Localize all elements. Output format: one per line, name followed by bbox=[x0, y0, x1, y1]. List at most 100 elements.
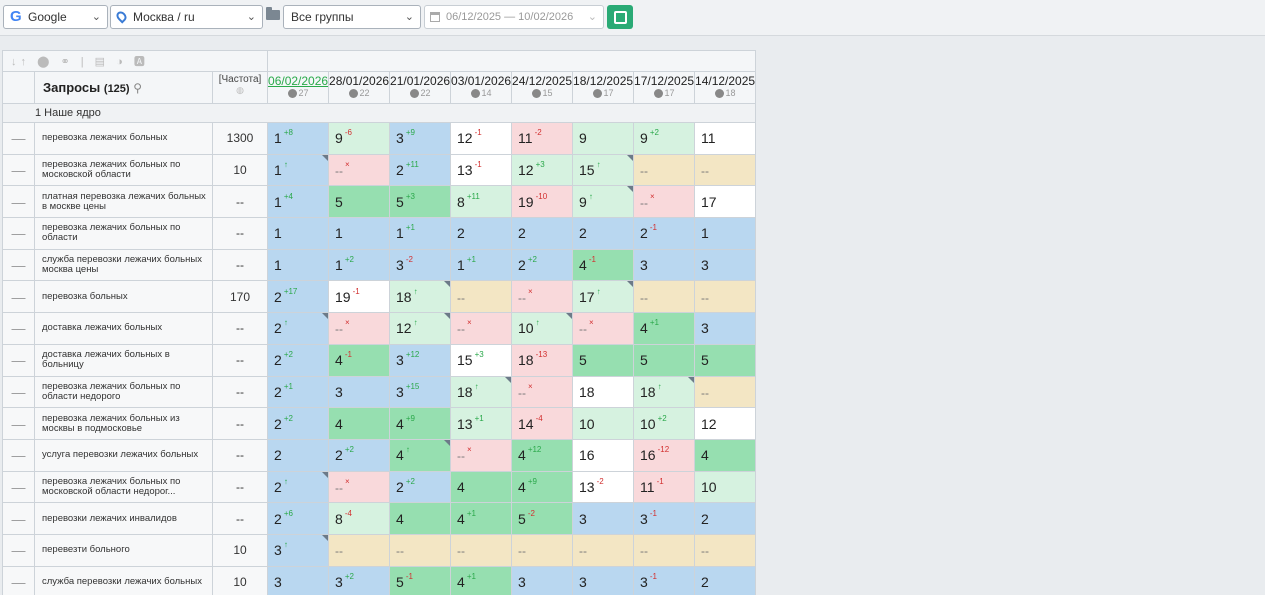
keyword-cell[interactable]: перевозки лежачих инвалидов bbox=[34, 502, 213, 535]
position-cell[interactable]: 8 +11 bbox=[450, 185, 513, 219]
position-cell[interactable]: -- bbox=[694, 533, 757, 567]
position-cell[interactable]: 13 +1 bbox=[450, 407, 513, 440]
keyword-cell[interactable]: перевозка лежачих больных по области bbox=[34, 217, 213, 250]
position-cell[interactable]: 5 -1 bbox=[389, 565, 452, 595]
date-column-header[interactable]: 06/02/2026 27 bbox=[267, 71, 330, 104]
position-cell[interactable]: -- bbox=[633, 280, 696, 314]
position-cell[interactable]: 1 +8 bbox=[267, 122, 330, 155]
row-handle[interactable]: — bbox=[2, 217, 35, 250]
toggle-icon[interactable]: ⬤ bbox=[37, 56, 53, 68]
keyword-cell[interactable]: доставка лежачих больных bbox=[34, 312, 213, 345]
position-cell[interactable]: 9 bbox=[572, 122, 635, 155]
position-cell[interactable]: 3 +2 bbox=[328, 565, 391, 595]
row-handle[interactable]: — bbox=[2, 407, 35, 440]
position-cell[interactable]: 12 bbox=[694, 407, 757, 440]
position-cell[interactable]: 12 -1 bbox=[450, 122, 513, 155]
position-cell[interactable]: 3 bbox=[328, 375, 391, 409]
engine-select[interactable]: G Google ⌄ bbox=[3, 5, 108, 29]
position-cell[interactable]: 15 +3 bbox=[450, 343, 513, 377]
position-cell[interactable]: 2 bbox=[694, 502, 757, 535]
position-cell[interactable]: 2 +2 bbox=[511, 248, 574, 282]
position-cell[interactable]: 2 +2 bbox=[328, 438, 391, 472]
row-handle[interactable]: — bbox=[2, 438, 35, 472]
keyword-cell[interactable]: услуга перевозки лежачих больных bbox=[34, 438, 213, 472]
position-cell[interactable]: 13 -1 bbox=[450, 153, 513, 187]
position-cell[interactable]: -- × bbox=[328, 153, 391, 187]
position-cell[interactable]: 8 -4 bbox=[328, 502, 391, 535]
keyword-cell[interactable]: перевозка лежачих больных по московской … bbox=[34, 153, 213, 187]
position-cell[interactable]: 3 +15 bbox=[389, 375, 452, 409]
position-cell[interactable]: -- × bbox=[572, 312, 635, 345]
position-cell[interactable]: 5 bbox=[328, 185, 391, 219]
position-cell[interactable]: -- bbox=[450, 280, 513, 314]
position-cell[interactable]: 14 -4 bbox=[511, 407, 574, 440]
position-cell[interactable]: 5 +3 bbox=[389, 185, 452, 219]
position-cell[interactable]: -- bbox=[694, 375, 757, 409]
position-cell[interactable]: 16 bbox=[572, 438, 635, 472]
position-cell[interactable]: 4 -1 bbox=[572, 248, 635, 282]
position-cell[interactable]: 19 -10 bbox=[511, 185, 574, 219]
position-cell[interactable]: 2 ↑ bbox=[267, 470, 330, 504]
position-cell[interactable]: -- bbox=[633, 153, 696, 187]
position-cell[interactable]: 3 bbox=[267, 565, 330, 595]
position-cell[interactable]: 3 -2 bbox=[389, 248, 452, 282]
position-cell[interactable]: 11 -2 bbox=[511, 122, 574, 155]
row-handle[interactable]: — bbox=[2, 185, 35, 219]
position-cell[interactable]: 11 bbox=[694, 122, 757, 155]
position-cell[interactable]: 3 +9 bbox=[389, 122, 452, 155]
position-cell[interactable]: 5 bbox=[694, 343, 757, 377]
position-cell[interactable]: -- bbox=[633, 533, 696, 567]
position-cell[interactable]: 1 bbox=[267, 248, 330, 282]
position-cell[interactable]: 13 -2 bbox=[572, 470, 635, 504]
position-cell[interactable]: 3 bbox=[511, 565, 574, 595]
row-handle[interactable]: — bbox=[2, 343, 35, 377]
position-cell[interactable]: 17 ↑ bbox=[572, 280, 635, 314]
position-cell[interactable]: 4 +9 bbox=[389, 407, 452, 440]
position-cell[interactable]: 2 -1 bbox=[633, 217, 696, 250]
sort-icon[interactable]: ↓↑ bbox=[11, 56, 30, 68]
row-handle[interactable]: — bbox=[2, 533, 35, 567]
position-cell[interactable]: 4 bbox=[450, 470, 513, 504]
date-column-header[interactable]: 24/12/2025 15 bbox=[511, 71, 574, 104]
position-cell[interactable]: 1 bbox=[267, 217, 330, 250]
keyword-cell[interactable]: перевозка больных bbox=[34, 280, 213, 314]
position-cell[interactable]: 4 ↑ bbox=[389, 438, 452, 472]
position-cell[interactable]: -- × bbox=[450, 312, 513, 345]
position-cell[interactable]: 9 +2 bbox=[633, 122, 696, 155]
position-cell[interactable]: 16 -12 bbox=[633, 438, 696, 472]
keyword-cell[interactable]: перевозка лежачих больных по московской … bbox=[34, 470, 213, 504]
position-cell[interactable]: 2 ↑ bbox=[267, 312, 330, 345]
queries-header[interactable]: Запросы (125) ⚲ bbox=[34, 71, 213, 104]
position-cell[interactable]: 18 ↑ bbox=[633, 375, 696, 409]
position-cell[interactable]: 4 bbox=[694, 438, 757, 472]
row-handle[interactable]: — bbox=[2, 248, 35, 282]
position-cell[interactable]: 1 ↑ bbox=[267, 153, 330, 187]
position-cell[interactable]: 4 bbox=[389, 502, 452, 535]
position-cell[interactable]: -- bbox=[694, 153, 757, 187]
row-handle[interactable]: — bbox=[2, 502, 35, 535]
position-cell[interactable]: 3 bbox=[694, 248, 757, 282]
position-cell[interactable]: 15 ↑ bbox=[572, 153, 635, 187]
position-cell[interactable]: 3 bbox=[694, 312, 757, 345]
date-range-select[interactable]: 06/12/2025 — 10/02/2026 ⌄ bbox=[424, 5, 604, 29]
position-cell[interactable]: 9 ↑ bbox=[572, 185, 635, 219]
position-cell[interactable]: 10 +2 bbox=[633, 407, 696, 440]
position-cell[interactable]: -- bbox=[694, 280, 757, 314]
position-cell[interactable]: 2 bbox=[572, 217, 635, 250]
row-handle[interactable]: — bbox=[2, 375, 35, 409]
position-cell[interactable]: 9 -6 bbox=[328, 122, 391, 155]
position-cell[interactable]: -- bbox=[572, 533, 635, 567]
date-column-header[interactable]: 18/12/2025 17 bbox=[572, 71, 635, 104]
position-cell[interactable]: 1 bbox=[694, 217, 757, 250]
position-cell[interactable]: 18 -13 bbox=[511, 343, 574, 377]
position-cell[interactable]: 5 -2 bbox=[511, 502, 574, 535]
keyword-cell[interactable]: доставка лежачих больных в больницу bbox=[34, 343, 213, 377]
position-cell[interactable]: 12 ↑ bbox=[389, 312, 452, 345]
keyword-cell[interactable]: перевозка лежачих больных из москвы в по… bbox=[34, 407, 213, 440]
position-cell[interactable]: 2 +2 bbox=[389, 470, 452, 504]
contrast-icon[interactable]: ◑ bbox=[116, 56, 127, 68]
position-cell[interactable]: 10 bbox=[694, 470, 757, 504]
position-cell[interactable]: 3 bbox=[633, 248, 696, 282]
position-cell[interactable]: 4 +9 bbox=[511, 470, 574, 504]
search-icon[interactable]: ⚲ bbox=[133, 81, 142, 95]
